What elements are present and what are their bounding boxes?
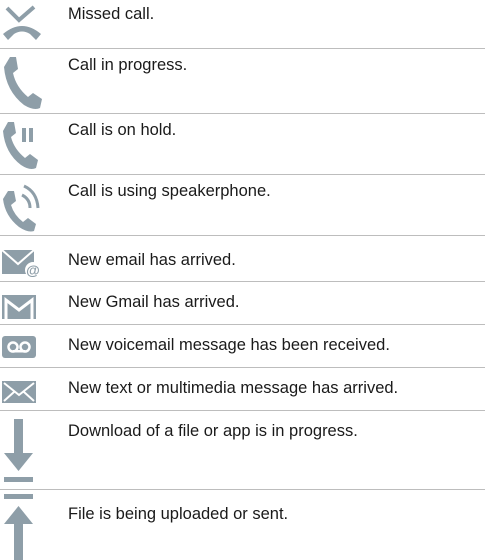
- call-on-hold-icon: [0, 118, 44, 172]
- list-item: @ New email has arrived.: [0, 236, 485, 281]
- item-description: File is being uploaded or sent.: [68, 505, 289, 523]
- new-email-icon: @: [0, 248, 44, 278]
- list-item: Call in progress.: [0, 49, 485, 113]
- list-item: Missed call.: [0, 0, 485, 48]
- item-description: Call in progress.: [68, 56, 188, 74]
- item-description: New Gmail has arrived.: [68, 293, 240, 311]
- item-description: Download of a file or app is in progress…: [68, 422, 358, 440]
- list-item: New voicemail message has been received.: [0, 325, 485, 367]
- speakerphone-icon: [0, 181, 44, 233]
- list-item: Call is using speakerphone.: [0, 175, 485, 235]
- item-description: Call is on hold.: [68, 121, 177, 139]
- list-item: File is being uploaded or sent.: [0, 490, 485, 560]
- list-item: New text or multimedia message has arriv…: [0, 368, 485, 410]
- item-description: Call is using speakerphone.: [68, 182, 271, 200]
- item-description: Missed call.: [68, 5, 155, 23]
- call-in-progress-icon: [0, 53, 44, 111]
- svg-text:@: @: [26, 262, 40, 278]
- missed-call-icon: [0, 4, 44, 42]
- new-message-icon: [0, 379, 44, 405]
- download-icon: [0, 419, 44, 485]
- item-description: New text or multimedia message has arriv…: [68, 379, 399, 397]
- item-description: New voicemail message has been received.: [68, 336, 390, 354]
- status-icon-reference: { "icon_color": "#8e9ea8", "rows": [ {"i…: [0, 0, 485, 560]
- list-item: New Gmail has arrived.: [0, 282, 485, 324]
- list-item: Download of a file or app is in progress…: [0, 411, 485, 489]
- gmail-icon: [0, 293, 44, 321]
- upload-icon: [0, 494, 44, 560]
- voicemail-icon: [0, 334, 44, 360]
- item-description: New email has arrived.: [68, 251, 236, 269]
- list-item: Call is on hold.: [0, 114, 485, 174]
